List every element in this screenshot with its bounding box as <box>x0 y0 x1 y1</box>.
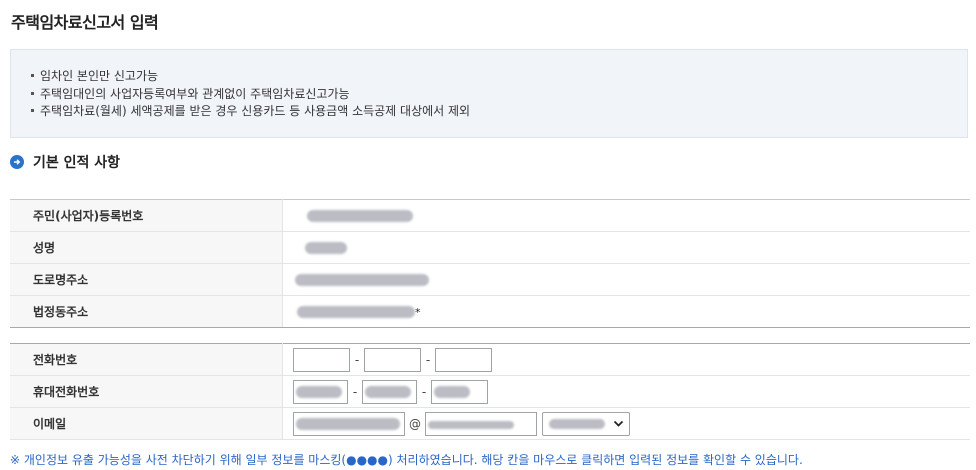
email-label: 이메일 <box>10 407 283 440</box>
separator: - <box>425 352 431 367</box>
masked-value <box>297 306 415 318</box>
table-row: 이메일 @ <box>10 407 970 440</box>
resident-number-value <box>282 199 970 232</box>
masking-footnote: ※ 개인정보 유출 가능성을 사전 차단하기 위해 일부 정보를 마스킹(●●●… <box>10 453 803 467</box>
phone-area-input[interactable] <box>293 347 350 372</box>
phone-mid-input[interactable] <box>364 347 421 372</box>
mobile-mid-input[interactable] <box>362 379 417 404</box>
masked-value <box>296 417 400 430</box>
resident-number-label: 주민(사업자)등록번호 <box>10 199 283 232</box>
masked-value <box>549 418 605 429</box>
masked-value <box>295 274 429 286</box>
address-suffix: * <box>415 305 421 319</box>
page-title: 주택임차료신고서 입력 <box>11 13 159 32</box>
email-domain-input[interactable] <box>425 411 537 436</box>
name-value <box>282 231 970 264</box>
mobile-last-input[interactable] <box>431 379 488 404</box>
bullet-icon <box>31 91 34 95</box>
email-domain-select[interactable] <box>542 411 630 436</box>
table-row: 성명 <box>10 231 970 264</box>
name-label: 성명 <box>10 231 283 264</box>
masked-value <box>307 210 413 222</box>
chevron-down-icon <box>613 420 624 427</box>
phone-fields: -- <box>282 343 970 376</box>
contact-table: 전화번호 -- 휴대전화번호 -- 이메일 @ <box>10 343 970 440</box>
email-fields: @ <box>282 407 970 440</box>
road-address-label: 도로명주소 <box>10 263 283 296</box>
bullet-icon <box>31 109 34 112</box>
phone-label: 전화번호 <box>10 343 283 376</box>
masked-value <box>365 385 411 398</box>
separator: - <box>354 352 360 367</box>
lot-address-value: * <box>282 295 970 328</box>
at-sign: @ <box>409 416 421 431</box>
table-row: 법정동주소 * <box>10 295 970 328</box>
notice-item: 임차인 본인만 신고가능 <box>31 68 967 86</box>
table-row: 주민(사업자)등록번호 <box>10 199 970 232</box>
table-row: 전화번호 -- <box>10 343 970 376</box>
bullet-icon <box>31 74 34 77</box>
notice-item: 주택임대인의 사업자등록여부와 관계없이 주택임차료신고가능 <box>31 86 967 104</box>
lot-address-label: 법정동주소 <box>10 295 283 328</box>
section-title: 기본 인적 사항 <box>33 155 121 171</box>
separator: - <box>421 384 427 399</box>
basic-info-table: 주민(사업자)등록번호 성명 도로명주소 법정동주소 * <box>10 199 970 328</box>
table-row: 도로명주소 <box>10 263 970 296</box>
masked-value <box>428 420 514 429</box>
email-id-input[interactable] <box>293 411 405 436</box>
table-row: 휴대전화번호 -- <box>10 375 970 408</box>
arrow-right-circle-icon <box>10 155 24 169</box>
notice-box: 임차인 본인만 신고가능 주택임대인의 사업자등록여부와 관계없이 주택임차료신… <box>10 49 968 138</box>
phone-last-input[interactable] <box>435 347 492 372</box>
mobile-label: 휴대전화번호 <box>10 375 283 408</box>
mobile-first-input[interactable] <box>293 379 348 404</box>
masked-value <box>305 242 347 254</box>
separator: - <box>352 384 358 399</box>
section-heading: 기본 인적 사항 <box>10 152 120 172</box>
masked-value <box>296 385 342 398</box>
masked-value <box>434 385 470 398</box>
mobile-fields: -- <box>282 375 970 408</box>
road-address-value <box>282 263 970 296</box>
notice-item: 주택임차료(월세) 세액공제를 받은 경우 신용카드 등 사용금액 소득공제 대… <box>31 103 967 121</box>
